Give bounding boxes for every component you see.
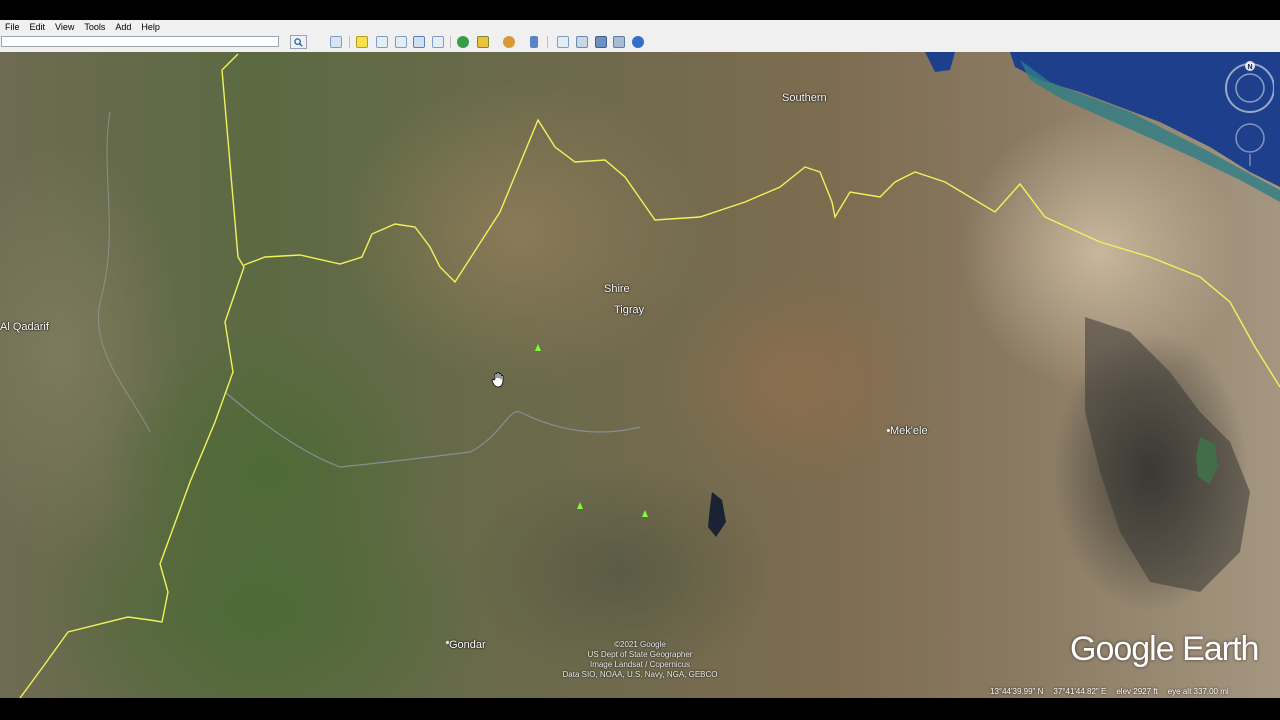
search-icon — [294, 37, 303, 47]
path-icon[interactable] — [395, 36, 407, 48]
longitude-readout: 37°41'44.82" E — [1053, 686, 1107, 696]
menu-bar: File Edit View Tools Add Help — [0, 20, 1280, 34]
latitude-readout: 13°44'39.99" N — [990, 686, 1044, 696]
sunlight-icon[interactable] — [477, 36, 489, 48]
eye-altitude-readout: eye alt 337.00 mi — [1167, 686, 1229, 696]
maps-icon[interactable] — [613, 36, 625, 48]
map-attribution: ©2021 Google US Dept of State Geographer… — [540, 640, 740, 680]
earth-viewport[interactable]: Southern Shire Tigray Al Qadarif Mek'ele… — [0, 52, 1280, 698]
search-input[interactable] — [1, 36, 279, 47]
elevation-readout: elev 2927 ft — [1116, 686, 1158, 696]
red-sea — [19, 52, 1280, 698]
save-image-icon[interactable] — [595, 36, 607, 48]
label-southern: Southern — [782, 92, 827, 104]
toolbar-divider — [349, 36, 350, 48]
attribution-line: US Dept of State Geographer — [587, 650, 693, 659]
status-bar: 13°44'39.99" N 37°41'44.82" E elev 2927 … — [990, 684, 1280, 698]
peak-marker[interactable] — [577, 502, 583, 509]
window-top-strip — [0, 0, 1280, 20]
label-tigray: Tigray — [614, 304, 645, 316]
peak-marker[interactable] — [642, 510, 648, 517]
historical-imagery-icon[interactable] — [457, 36, 469, 48]
toolbar-divider — [450, 36, 451, 48]
menu-tools[interactable]: Tools — [79, 22, 110, 32]
attribution-line: Data SIO, NOAA, U.S. Navy, NGA, GEBCO — [562, 670, 718, 679]
print-icon[interactable] — [576, 36, 588, 48]
label-al-qadarif: Al Qadarif — [0, 321, 49, 333]
ruler-icon[interactable] — [530, 36, 538, 48]
sidebar-toggle-icon[interactable] — [330, 36, 342, 48]
menu-view[interactable]: View — [50, 22, 79, 32]
attribution-line: Image Landsat / Copernicus — [589, 660, 691, 669]
window-bottom-strip — [0, 698, 1280, 720]
label-shire: Shire — [604, 283, 630, 295]
image-overlay-icon[interactable] — [413, 36, 425, 48]
label-mekele: Mek'ele — [890, 425, 928, 437]
search-button[interactable] — [290, 35, 307, 49]
polygon-icon[interactable] — [376, 36, 388, 48]
menu-edit[interactable]: Edit — [25, 22, 51, 32]
navigation-compass-icon[interactable]: N — [1224, 58, 1275, 168]
hand-cursor-icon — [491, 372, 504, 388]
menu-help[interactable]: Help — [136, 22, 165, 32]
toolbar-divider — [547, 36, 548, 48]
planets-icon[interactable] — [503, 36, 515, 48]
google-earth-logo: Google Earth — [1070, 630, 1259, 668]
attribution-line: ©2021 Google — [614, 640, 666, 649]
email-icon[interactable] — [557, 36, 569, 48]
label-gondar: Gondar — [449, 639, 486, 651]
compass-north-label: N — [1247, 64, 1252, 71]
menu-add[interactable]: Add — [110, 22, 136, 32]
record-tour-icon[interactable] — [432, 36, 444, 48]
navigation-controls: N — [1224, 58, 1275, 168]
menu-file[interactable]: File — [0, 22, 25, 32]
placemark-icon[interactable] — [356, 36, 368, 48]
peak-marker[interactable] — [535, 344, 541, 351]
earth-icon[interactable] — [632, 36, 644, 48]
